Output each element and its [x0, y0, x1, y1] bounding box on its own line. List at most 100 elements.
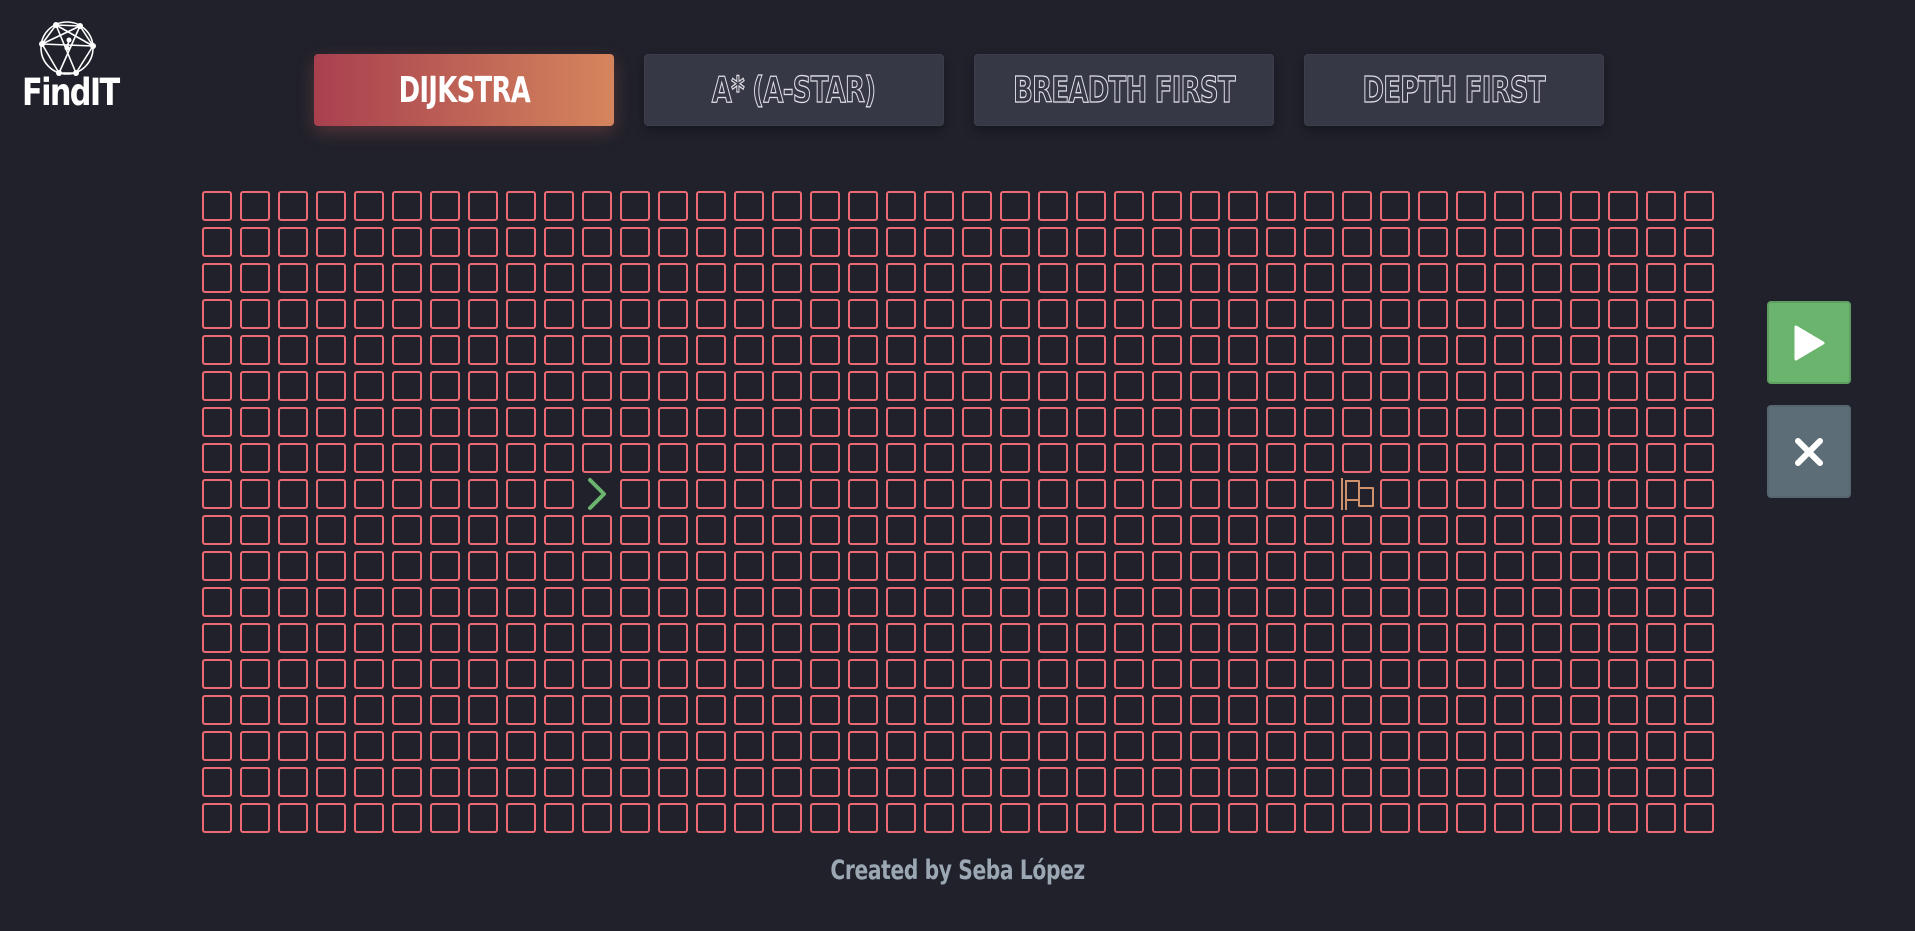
grid-cell[interactable]: [1228, 515, 1258, 545]
grid-cell[interactable]: [506, 191, 536, 221]
grid-cell[interactable]: [1608, 443, 1638, 473]
grid-cell[interactable]: [430, 659, 460, 689]
grid-cell[interactable]: [734, 551, 764, 581]
grid-cell[interactable]: [1152, 443, 1182, 473]
grid-cell[interactable]: [810, 731, 840, 761]
grid-cell[interactable]: [886, 371, 916, 401]
grid-cell[interactable]: [1684, 371, 1714, 401]
grid-cell[interactable]: [1418, 443, 1448, 473]
grid-cell[interactable]: [316, 335, 346, 365]
grid-cell[interactable]: [1380, 551, 1410, 581]
grid-cell[interactable]: [1608, 551, 1638, 581]
grid-cell[interactable]: [924, 479, 954, 509]
grid-cell[interactable]: [1304, 587, 1334, 617]
grid-cell[interactable]: [1342, 191, 1372, 221]
grid-cell[interactable]: [1266, 263, 1296, 293]
grid-cell[interactable]: [1532, 227, 1562, 257]
target-node[interactable]: [1341, 478, 1374, 510]
grid-cell[interactable]: [1000, 443, 1030, 473]
grid-cell[interactable]: [1114, 299, 1144, 329]
grid-cell[interactable]: [1190, 191, 1220, 221]
grid-cell[interactable]: [1266, 551, 1296, 581]
grid-cell[interactable]: [1684, 623, 1714, 653]
grid-cell[interactable]: [1152, 623, 1182, 653]
grid-cell[interactable]: [354, 803, 384, 833]
grid-cell[interactable]: [1000, 659, 1030, 689]
grid-cell[interactable]: [544, 695, 574, 725]
grid-cell[interactable]: [886, 191, 916, 221]
grid-cell[interactable]: [620, 191, 650, 221]
grid-cell[interactable]: [848, 515, 878, 545]
grid-cell[interactable]: [506, 299, 536, 329]
grid-cell[interactable]: [354, 767, 384, 797]
grid-cell[interactable]: [1646, 407, 1676, 437]
grid-cell[interactable]: [696, 767, 726, 797]
grid-cell[interactable]: [1646, 479, 1676, 509]
grid-cell[interactable]: [734, 479, 764, 509]
grid-cell[interactable]: [1228, 191, 1258, 221]
grid-cell[interactable]: [1646, 731, 1676, 761]
grid-cell[interactable]: [506, 407, 536, 437]
grid-cell[interactable]: [924, 371, 954, 401]
grid-cell[interactable]: [582, 623, 612, 653]
grid-cell[interactable]: [1266, 695, 1296, 725]
grid-cell[interactable]: [240, 623, 270, 653]
grid-cell[interactable]: [544, 803, 574, 833]
grid-cell[interactable]: [1038, 227, 1068, 257]
grid-cell[interactable]: [468, 551, 498, 581]
start-node[interactable]: [582, 478, 612, 510]
logo[interactable]: FindIT: [22, 18, 122, 112]
grid-cell[interactable]: [1456, 263, 1486, 293]
grid-cell[interactable]: [202, 479, 232, 509]
grid-cell[interactable]: [810, 515, 840, 545]
grid-cell[interactable]: [1266, 659, 1296, 689]
grid-cell[interactable]: [240, 587, 270, 617]
grid-cell[interactable]: [962, 551, 992, 581]
grid-cell[interactable]: [658, 227, 688, 257]
grid-cell[interactable]: [1532, 479, 1562, 509]
grid-cell[interactable]: [240, 731, 270, 761]
grid-cell[interactable]: [1570, 407, 1600, 437]
grid-cell[interactable]: [1114, 551, 1144, 581]
grid-cell[interactable]: [962, 371, 992, 401]
grid-cell[interactable]: [392, 299, 422, 329]
grid-cell[interactable]: [696, 515, 726, 545]
grid-cell[interactable]: [1190, 515, 1220, 545]
grid-cell[interactable]: [392, 515, 422, 545]
grid-cell[interactable]: [696, 731, 726, 761]
grid-cell[interactable]: [1570, 731, 1600, 761]
grid-cell[interactable]: [202, 587, 232, 617]
grid-cell[interactable]: [1608, 659, 1638, 689]
grid-cell[interactable]: [1608, 407, 1638, 437]
grid-cell[interactable]: [1190, 479, 1220, 509]
grid-cell[interactable]: [1304, 299, 1334, 329]
grid-cell[interactable]: [1570, 371, 1600, 401]
grid-cell[interactable]: [924, 227, 954, 257]
grid-cell[interactable]: [1418, 227, 1448, 257]
grid-cell[interactable]: [354, 335, 384, 365]
grid-cell[interactable]: [696, 407, 726, 437]
grid-cell[interactable]: [1646, 227, 1676, 257]
grid-cell[interactable]: [1038, 659, 1068, 689]
grid-cell[interactable]: [1190, 443, 1220, 473]
grid-cell[interactable]: [1380, 479, 1410, 509]
grid-cell[interactable]: [1076, 659, 1106, 689]
grid-cell[interactable]: [848, 623, 878, 653]
grid-cell[interactable]: [1000, 479, 1030, 509]
grid-cell[interactable]: [810, 299, 840, 329]
grid-cell[interactable]: [278, 659, 308, 689]
grid-cell[interactable]: [506, 335, 536, 365]
grid-cell[interactable]: [772, 479, 802, 509]
grid-cell[interactable]: [506, 263, 536, 293]
grid-cell[interactable]: [202, 263, 232, 293]
grid-cell[interactable]: [848, 263, 878, 293]
grid-cell[interactable]: [1228, 479, 1258, 509]
grid-cell[interactable]: [430, 515, 460, 545]
grid-cell[interactable]: [1418, 551, 1448, 581]
grid-cell[interactable]: [734, 443, 764, 473]
grid-cell[interactable]: [1038, 731, 1068, 761]
grid-cell[interactable]: [1190, 371, 1220, 401]
grid-cell[interactable]: [430, 623, 460, 653]
grid-cell[interactable]: [810, 479, 840, 509]
grid-cell[interactable]: [1456, 587, 1486, 617]
